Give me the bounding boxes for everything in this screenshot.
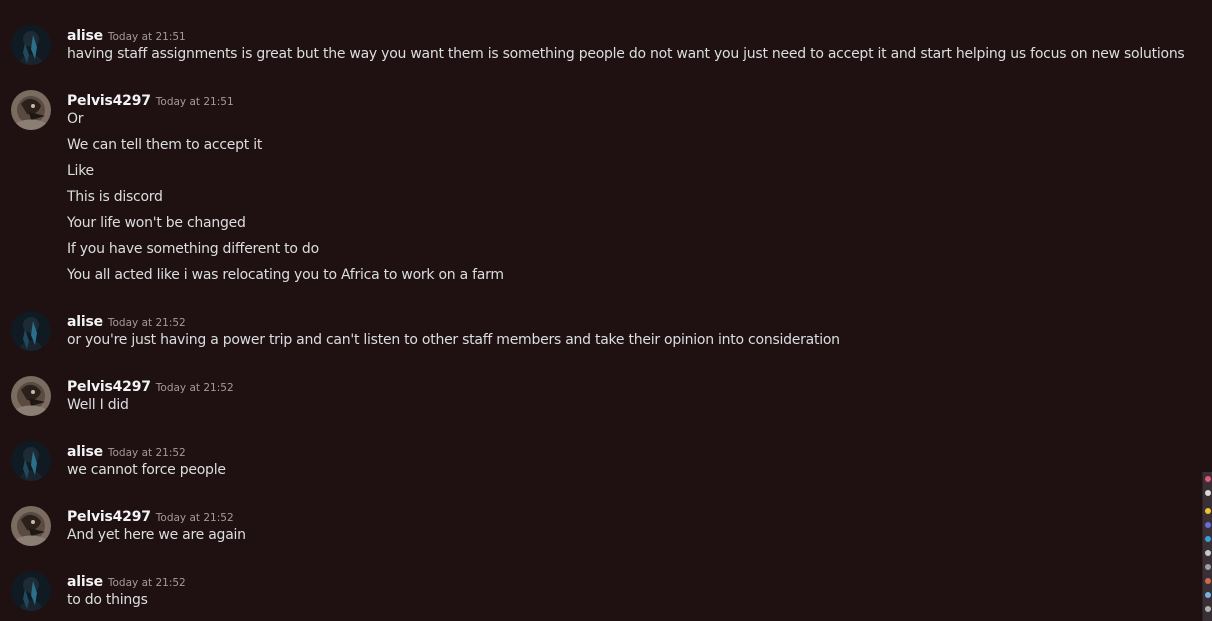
- message-text: Like: [67, 163, 94, 179]
- pelvis-avatar-icon[interactable]: [11, 90, 51, 130]
- alise-avatar-icon[interactable]: [11, 571, 51, 611]
- emoji-icon[interactable]: [1205, 508, 1211, 514]
- username[interactable]: Pelvis4297: [67, 509, 151, 525]
- timestamp: Today at 21:52: [155, 382, 234, 394]
- chat-messages: alise Today at 21:51 having staff assignm…: [0, 0, 1212, 621]
- emoji-icon[interactable]: [1205, 490, 1211, 496]
- side-panel-edge[interactable]: [1202, 472, 1212, 621]
- message-group: alise Today at 21:52 or you're just havin…: [0, 311, 1190, 371]
- message-group: alise Today at 21:51 having staff assignm…: [0, 25, 1190, 85]
- message-text: to do things: [67, 592, 148, 608]
- message-header: alise Today at 21:52: [67, 311, 186, 331]
- message-text: You all acted like i was relocating you …: [67, 267, 504, 283]
- emoji-icon[interactable]: [1205, 578, 1211, 584]
- alise-avatar-icon[interactable]: [11, 441, 51, 481]
- emoji-icon[interactable]: [1205, 606, 1211, 612]
- message-header: alise Today at 21:52: [67, 441, 186, 461]
- message-text: Your life won't be changed: [67, 215, 246, 231]
- message-text: or you're just having a power trip and c…: [67, 332, 840, 348]
- message-text: We can tell them to accept it: [67, 137, 263, 153]
- timestamp: Today at 21:52: [107, 317, 186, 329]
- message-header: Pelvis4297 Today at 21:52: [67, 376, 234, 396]
- message-group: alise Today at 21:52 to do things: [0, 571, 1190, 621]
- message-header: alise Today at 21:51: [67, 25, 186, 45]
- username[interactable]: alise: [67, 314, 103, 330]
- message-header: alise Today at 21:52: [67, 571, 186, 591]
- message-text: This is discord: [67, 189, 163, 205]
- emoji-icon[interactable]: [1205, 564, 1211, 570]
- message-text: we cannot force people: [67, 462, 226, 478]
- emoji-icon[interactable]: [1205, 536, 1211, 542]
- pelvis-avatar-icon[interactable]: [11, 506, 51, 546]
- timestamp: Today at 21:52: [107, 577, 186, 589]
- message-text: Or: [67, 111, 84, 127]
- emoji-icon[interactable]: [1205, 476, 1211, 482]
- message-text: having staff assignments is great but th…: [67, 46, 1185, 62]
- message-text: Well I did: [67, 397, 129, 413]
- alise-avatar-icon[interactable]: [11, 311, 51, 351]
- message-text: If you have something different to do: [67, 241, 319, 257]
- username[interactable]: Pelvis4297: [67, 379, 151, 395]
- alise-avatar-icon[interactable]: [11, 25, 51, 65]
- username[interactable]: alise: [67, 574, 103, 590]
- timestamp: Today at 21:52: [107, 447, 186, 459]
- message-group: alise Today at 21:52 we cannot force peop…: [0, 441, 1190, 501]
- emoji-icon[interactable]: [1205, 592, 1211, 598]
- username[interactable]: alise: [67, 28, 103, 44]
- message-text: And yet here we are again: [67, 527, 246, 543]
- timestamp: Today at 21:51: [107, 31, 186, 43]
- emoji-icon[interactable]: [1205, 522, 1211, 528]
- username[interactable]: alise: [67, 444, 103, 460]
- message-header: Pelvis4297 Today at 21:52: [67, 506, 234, 526]
- message-group: Pelvis4297 Today at 21:51 Or We can tell …: [0, 90, 1190, 290]
- message-group: Pelvis4297 Today at 21:52 Well I did: [0, 376, 1190, 436]
- pelvis-avatar-icon[interactable]: [11, 376, 51, 416]
- message-header: Pelvis4297 Today at 21:51: [67, 90, 234, 110]
- message-group: Pelvis4297 Today at 21:52 And yet here we…: [0, 506, 1190, 566]
- timestamp: Today at 21:51: [155, 96, 234, 108]
- username[interactable]: Pelvis4297: [67, 93, 151, 109]
- emoji-icon[interactable]: [1205, 550, 1211, 556]
- timestamp: Today at 21:52: [155, 512, 234, 524]
